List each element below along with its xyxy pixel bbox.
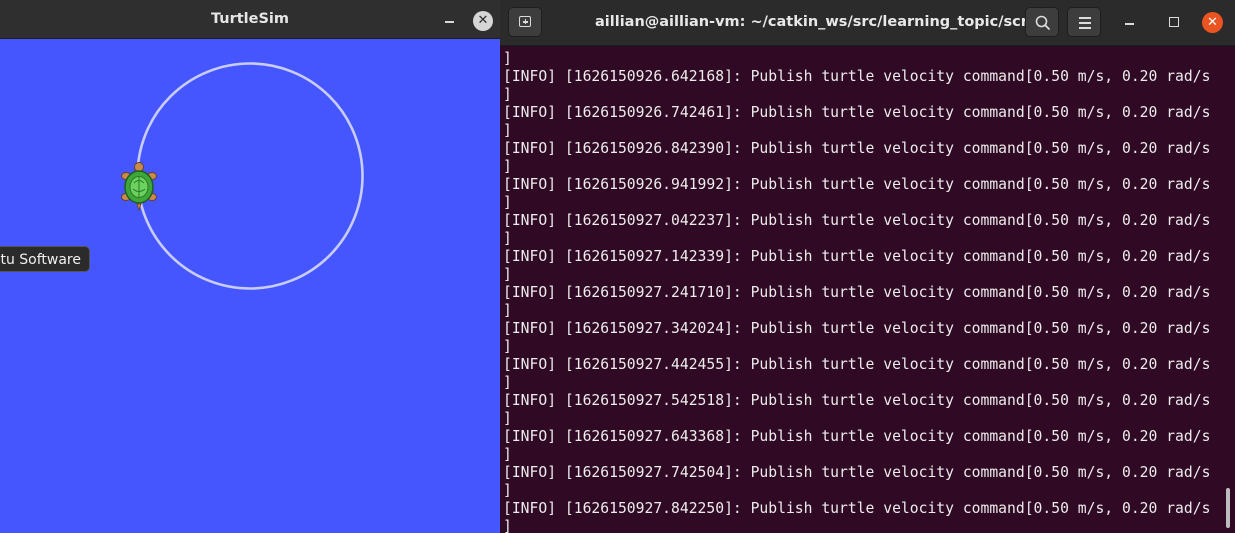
terminal-line: [INFO] [1626150927.142339]: Publish turt… <box>503 248 1211 265</box>
close-button[interactable]: ✕ <box>473 11 493 31</box>
terminal-line: [INFO] [1626150927.442455]: Publish turt… <box>503 356 1211 373</box>
new-tab-icon <box>519 16 531 27</box>
dock-tooltip: Ubuntu Software <box>0 246 90 272</box>
search-button[interactable] <box>1025 7 1059 37</box>
terminal-line: [INFO] [1626150926.742461]: Publish turt… <box>503 104 1211 121</box>
terminal-line: [INFO] [1626150927.542518]: Publish turt… <box>503 392 1211 409</box>
terminal-line: [INFO] [1626150926.941992]: Publish turt… <box>503 176 1211 193</box>
turtle-icon <box>121 162 157 212</box>
terminal-line: ] <box>503 50 512 67</box>
minimize-button[interactable] <box>1120 12 1140 32</box>
menu-button[interactable] <box>1067 7 1101 37</box>
terminal-line: [INFO] [1626150927.643368]: Publish turt… <box>503 428 1211 445</box>
close-button[interactable]: ✕ <box>1202 12 1223 33</box>
terminal-line: ] <box>503 86 512 103</box>
terminal-line: ] <box>503 482 512 499</box>
terminal-line: [INFO] [1626150927.742504]: Publish turt… <box>503 464 1211 481</box>
terminal-line: ] <box>503 230 512 247</box>
terminal-line: ] <box>503 302 512 319</box>
minimize-button[interactable] <box>441 12 459 26</box>
terminal-window: aillian@aillian-vm: ~/catkin_ws/src/lear… <box>500 0 1235 533</box>
search-icon <box>1035 15 1050 30</box>
terminal-header-bar[interactable]: aillian@aillian-vm: ~/catkin_ws/src/lear… <box>500 0 1235 46</box>
terminal-lines: ] [INFO] [1626150926.642168]: Publish tur… <box>503 50 1210 533</box>
turtle-path <box>136 62 364 290</box>
maximize-button[interactable] <box>1164 12 1184 32</box>
terminal-line: ] <box>503 374 512 391</box>
turtlesim-window: TurtleSim ✕ Ubuntu Software <box>0 0 500 533</box>
turtlesim-title: TurtleSim <box>210 11 290 27</box>
terminal-title: aillian@aillian-vm: ~/catkin_ws/src/lear… <box>595 14 1059 30</box>
terminal-line: ] <box>503 266 512 283</box>
terminal-line: [INFO] [1626150927.842250]: Publish turt… <box>503 500 1211 517</box>
terminal-line: ] <box>503 158 512 175</box>
terminal-line: [INFO] [1626150926.642168]: Publish turt… <box>503 68 1211 85</box>
terminal-line: [INFO] [1626150927.342024]: Publish turt… <box>503 320 1211 337</box>
hamburger-icon <box>1079 17 1091 19</box>
turtle-canvas <box>121 62 364 290</box>
terminal-line: ] <box>503 122 512 139</box>
dock-tooltip-label: Ubuntu Software <box>0 252 81 268</box>
terminal-line: [INFO] [1626150926.842390]: Publish turt… <box>503 140 1211 157</box>
terminal-line: ] <box>503 338 512 355</box>
scrollbar[interactable] <box>1226 488 1230 528</box>
hamburger-line <box>1079 22 1091 24</box>
terminal-line: [INFO] [1626150927.042237]: Publish turt… <box>503 212 1211 229</box>
terminal-line: ] <box>503 194 512 211</box>
turtlesim-titlebar[interactable]: TurtleSim ✕ <box>0 0 500 39</box>
terminal-line: ] <box>503 446 512 463</box>
terminal-line: [INFO] [1626150927.241710]: Publish turt… <box>503 284 1211 301</box>
terminal-line: ] <box>503 518 512 533</box>
terminal-output[interactable]: ] [INFO] [1626150926.642168]: Publish tur… <box>503 46 1225 533</box>
terminal-line: ] <box>503 410 512 427</box>
new-tab-button[interactable] <box>508 7 542 37</box>
hamburger-line <box>1079 27 1091 29</box>
